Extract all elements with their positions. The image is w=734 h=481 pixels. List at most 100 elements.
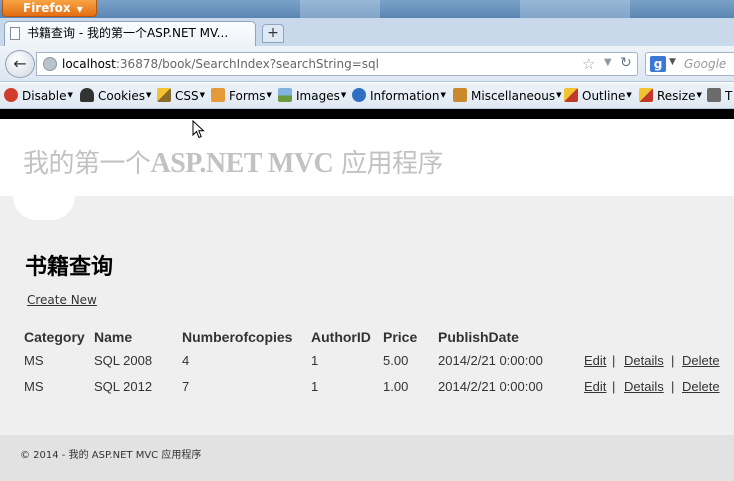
titlebar-blur [520, 0, 630, 18]
disable-icon [4, 88, 18, 102]
link-separator: | [612, 353, 616, 368]
reload-icon[interactable]: ↻ [620, 55, 632, 71]
toolbar-css-label: CSS [175, 89, 199, 103]
column-header-publishdate: PublishDate [438, 329, 519, 345]
address-bar[interactable]: localhost:36878/book/SearchIndex?searchS… [36, 52, 638, 76]
toolbar-outline[interactable]: Outline▼ [564, 88, 632, 103]
browser-tab-active[interactable]: 书籍查询 - 我的第一个ASP.NET MV... [4, 21, 256, 46]
cell-author-id: 1 [311, 353, 319, 368]
page-icon [10, 27, 20, 40]
history-dropdown-icon[interactable]: ▼ [604, 57, 612, 68]
toolbar-tools[interactable]: T [707, 88, 732, 103]
firefox-menu-button[interactable]: Firefox ▼ [2, 0, 97, 17]
details-link[interactable]: Details [624, 379, 664, 394]
bookmark-star-icon[interactable]: ☆ [582, 55, 595, 73]
column-header-authorid: AuthorID [311, 329, 371, 345]
main-content: 书籍查询 Create New Category Name Numberofco… [0, 196, 734, 435]
cell-category: MS [24, 379, 44, 394]
navigation-bar: ← localhost:36878/book/SearchIndex?searc… [0, 46, 734, 82]
web-developer-toolbar: Disable▼ Cookies▼ CSS▼ Forms▼ Images▼ In… [0, 83, 734, 109]
link-separator: | [671, 353, 675, 368]
caret-down-icon: ▼ [266, 91, 272, 99]
pencil-icon [157, 88, 171, 102]
search-bar[interactable]: g ▼ Google [645, 52, 734, 76]
cell-name: SQL 2008 [94, 353, 153, 368]
plus-icon: + [267, 25, 279, 41]
toolbar-cookies-label: Cookies [98, 89, 145, 103]
caret-down-icon: ▼ [67, 91, 73, 99]
toolbar-forms-label: Forms [229, 89, 266, 103]
toolbar-css[interactable]: CSS▼ [157, 88, 205, 103]
toolbar-miscellaneous-label: Miscellaneous [471, 89, 556, 103]
caret-down-icon: ▼ [199, 91, 206, 99]
url-path: :36878/book/SearchIndex?searchString=sql [115, 57, 379, 71]
edit-link[interactable]: Edit [584, 353, 606, 368]
toolbar-images-label: Images [296, 89, 340, 103]
titlebar-blur [300, 0, 380, 18]
toolbar-information-label: Information [370, 89, 440, 103]
site-footer: © 2014 - 我的 ASP.NET MVC 应用程序 [0, 435, 734, 481]
chevron-down-icon: ▼ [76, 5, 83, 14]
toolbar-resize-label: Resize [657, 89, 696, 103]
google-icon[interactable]: g [650, 56, 666, 72]
caret-down-icon: ▼ [626, 91, 632, 99]
site-title[interactable]: 我的第一个ASP.NET MVC 应用程序 [23, 143, 444, 180]
cell-copies: 7 [182, 379, 190, 394]
create-new-link[interactable]: Create New [27, 293, 97, 307]
resize-pencil-icon [639, 88, 653, 102]
site-title-prefix: 我的第一个 [23, 149, 151, 179]
search-placeholder: Google [684, 57, 727, 71]
page-title: 书籍查询 [25, 254, 114, 280]
globe-icon [43, 57, 57, 71]
delete-link[interactable]: Delete [682, 379, 720, 394]
column-header-numberofcopies: Numberofcopies [182, 329, 293, 345]
toolbar-information[interactable]: Information▼ [352, 88, 446, 103]
toolbar-images[interactable]: Images▼ [278, 88, 346, 103]
cookies-icon [80, 88, 94, 102]
tools-icon [707, 88, 721, 102]
info-icon [352, 88, 366, 102]
caret-down-icon: ▼ [340, 91, 347, 99]
back-arrow-icon: ← [13, 54, 27, 73]
window-titlebar: Firefox ▼ [0, 0, 734, 18]
url-text[interactable]: localhost:36878/book/SearchIndex?searchS… [62, 57, 379, 71]
caret-down-icon: ▼ [556, 91, 562, 99]
back-button[interactable]: ← [5, 50, 35, 78]
toolbar-disable-label: Disable [22, 89, 67, 103]
link-separator: | [671, 379, 675, 394]
link-separator: | [612, 379, 616, 394]
details-link[interactable]: Details [624, 353, 664, 368]
images-icon [278, 88, 292, 102]
column-header-name: Name [94, 329, 133, 345]
footer-copyright: © 2014 - 我的 ASP.NET MVC 应用程序 [20, 450, 202, 461]
toolbar-disable[interactable]: Disable▼ [4, 88, 73, 103]
site-title-suffix: 应用程序 [333, 149, 444, 179]
miscellaneous-icon [453, 88, 467, 102]
toolbar-miscellaneous[interactable]: Miscellaneous▼ [453, 88, 562, 103]
cell-author-id: 1 [311, 379, 319, 394]
search-engine-dropdown-icon[interactable]: ▼ [669, 57, 676, 67]
url-host: localhost [62, 57, 116, 71]
toolbar-outline-label: Outline [582, 89, 626, 103]
cell-category: MS [24, 353, 44, 368]
toolbar-tools-label: T [725, 89, 733, 103]
caret-down-icon: ▼ [440, 91, 446, 99]
toolbar-cookies[interactable]: Cookies▼ [80, 88, 151, 103]
page-top-bar [0, 109, 734, 119]
toolbar-forms[interactable]: Forms▼ [211, 88, 272, 103]
tab-title: 书籍查询 - 我的第一个ASP.NET MV... [27, 26, 229, 40]
firefox-menu-label: Firefox [23, 1, 71, 15]
new-tab-button[interactable]: + [262, 24, 284, 43]
outline-pencil-icon [564, 88, 578, 102]
cell-name: SQL 2012 [94, 379, 153, 394]
mouse-cursor-icon [192, 120, 205, 139]
cell-price: 5.00 [383, 353, 409, 368]
cell-price: 1.00 [383, 379, 409, 394]
site-header: 我的第一个ASP.NET MVC 应用程序 [0, 119, 734, 196]
edit-link[interactable]: Edit [584, 379, 606, 394]
forms-icon [211, 88, 225, 102]
delete-link[interactable]: Delete [682, 353, 720, 368]
site-title-asp: ASP.NET MVC [150, 148, 334, 179]
toolbar-resize[interactable]: Resize▼ [639, 88, 702, 103]
cell-publish-date: 2014/2/21 0:00:00 [438, 379, 543, 394]
